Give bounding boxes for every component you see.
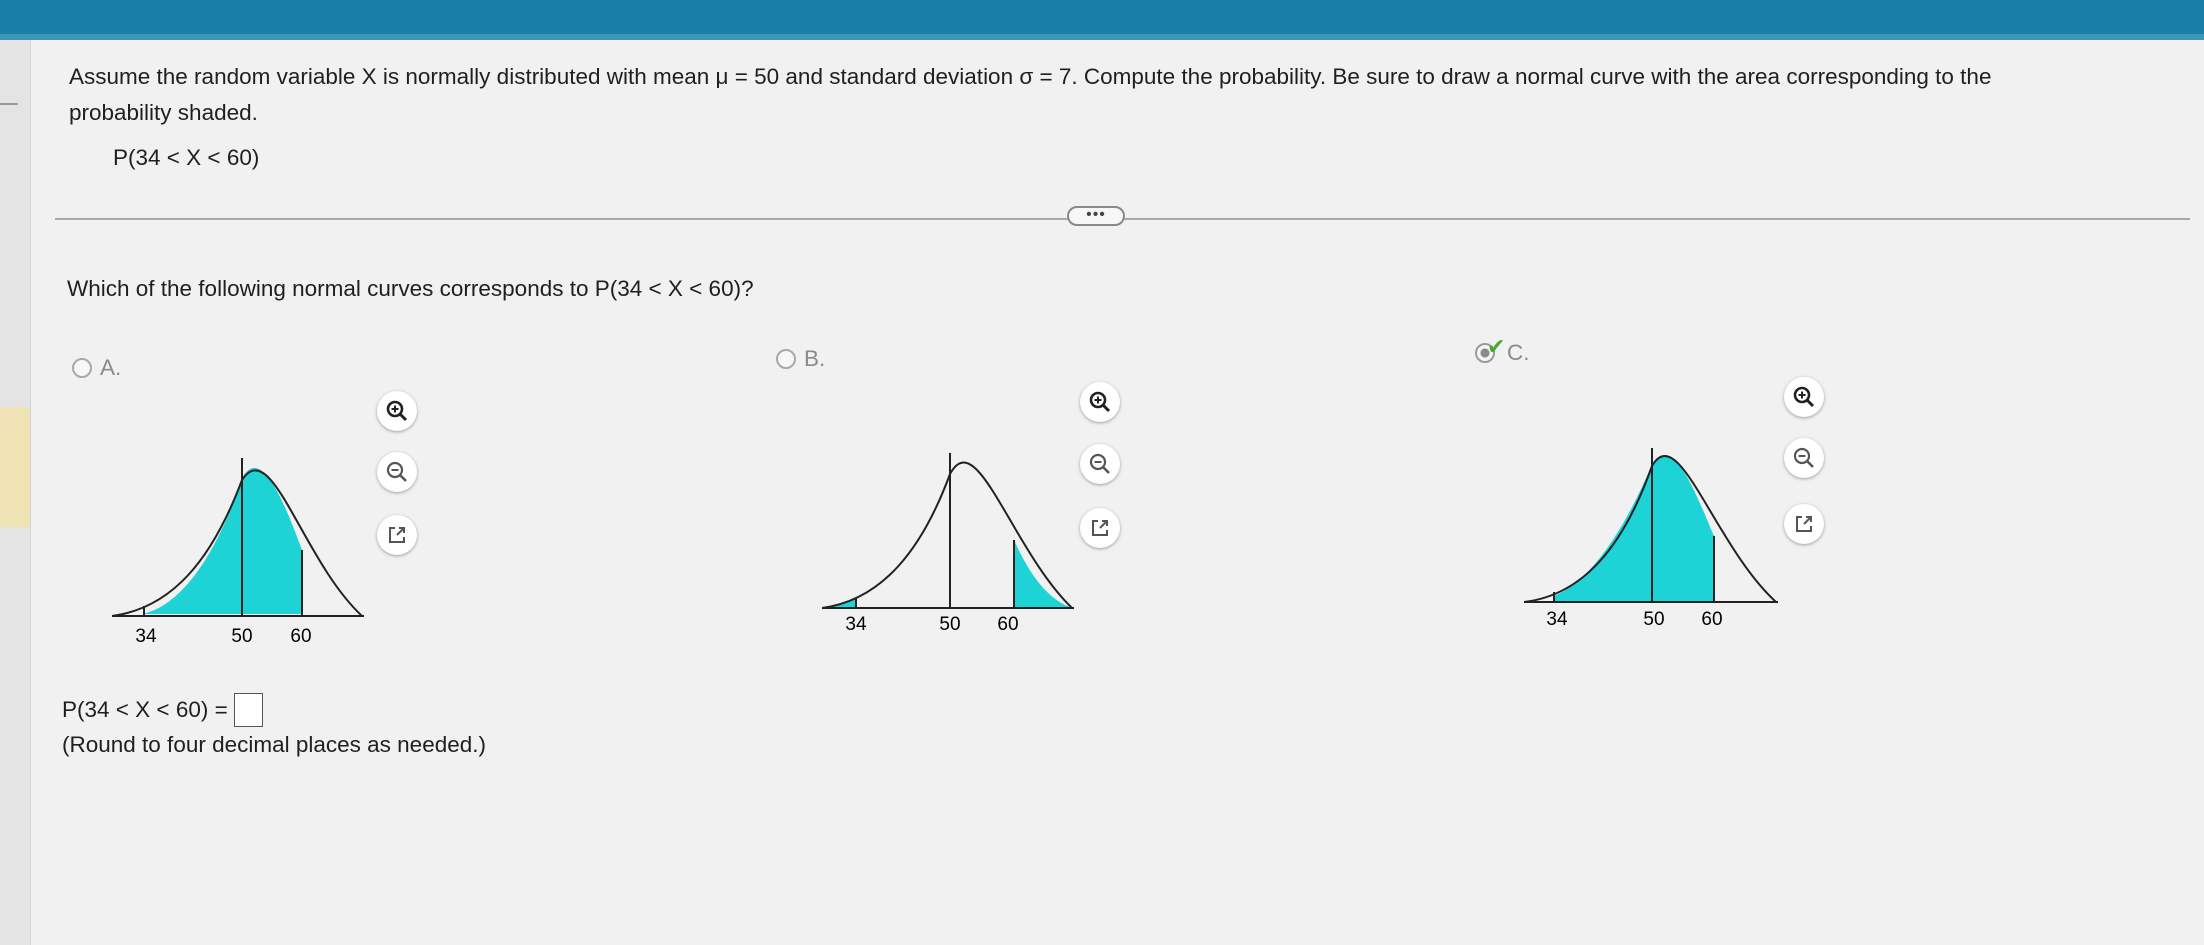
open-external-icon xyxy=(389,527,405,543)
question-text: Assume the random variable X is normally… xyxy=(69,64,1992,89)
tick-label: 34 xyxy=(135,626,157,647)
normal-curve-c: 34 50 60 xyxy=(1524,448,1778,630)
option-c-label: C. xyxy=(1507,340,1530,365)
answer-label: P(34 < X < 60) = xyxy=(62,697,228,722)
option-b-label: B. xyxy=(804,346,826,371)
tick-label: 60 xyxy=(290,626,311,647)
tick-label: 34 xyxy=(845,614,867,635)
zoom-in-icon xyxy=(1089,391,1111,413)
answer-row: P(34 < X < 60) = xyxy=(62,693,263,727)
normal-curve-a: 34 50 60 xyxy=(112,458,364,647)
tick-label: 60 xyxy=(1701,609,1722,630)
tick-label: 60 xyxy=(997,614,1018,635)
option-a-radio[interactable] xyxy=(72,358,92,378)
zoom-in-icon xyxy=(386,400,408,422)
open-external-icon xyxy=(1092,520,1108,536)
zoom-out-button-a[interactable] xyxy=(377,452,417,492)
zoom-in-button-c[interactable] xyxy=(1784,377,1824,417)
subquestion-text: Which of the following normal curves cor… xyxy=(67,276,754,301)
zoom-in-button-b[interactable] xyxy=(1080,382,1120,422)
tick-label: 50 xyxy=(231,626,252,647)
option-a[interactable]: A. xyxy=(72,355,121,381)
tick-label: 50 xyxy=(939,614,960,635)
zoom-out-button-c[interactable] xyxy=(1784,438,1824,478)
zoom-out-icon xyxy=(386,461,407,482)
tick-label: 50 xyxy=(1643,609,1664,630)
probability-expression: P(34 < X < 60) xyxy=(113,145,260,170)
zoom-in-icon xyxy=(1793,386,1815,408)
left-dash xyxy=(0,103,18,105)
open-external-button-b[interactable] xyxy=(1080,508,1120,548)
open-external-button-a[interactable] xyxy=(377,515,417,555)
rounding-note: (Round to four decimal places as needed.… xyxy=(62,732,486,757)
open-external-icon xyxy=(1796,516,1812,532)
zoom-out-icon xyxy=(1793,447,1814,468)
zoom-out-button-b[interactable] xyxy=(1080,444,1120,484)
question-text-continued: probability shaded. xyxy=(69,100,258,125)
tick-label: 34 xyxy=(1546,609,1568,630)
zoom-in-button-a[interactable] xyxy=(377,391,417,431)
open-external-button-c[interactable] xyxy=(1784,504,1824,544)
answer-input[interactable] xyxy=(233,693,263,727)
normal-curve-b: 34 50 60 xyxy=(822,453,1074,635)
option-a-label: A. xyxy=(100,355,122,380)
top-bar xyxy=(0,0,2204,34)
more-button[interactable]: ••• xyxy=(1067,206,1125,226)
check-icon: ✔ xyxy=(1487,334,1506,359)
option-c[interactable]: ✔ C. xyxy=(1475,334,1530,366)
zoom-out-icon xyxy=(1089,453,1110,474)
option-b[interactable]: B. xyxy=(776,346,825,372)
option-b-radio[interactable] xyxy=(776,349,796,369)
left-highlight xyxy=(0,407,30,527)
